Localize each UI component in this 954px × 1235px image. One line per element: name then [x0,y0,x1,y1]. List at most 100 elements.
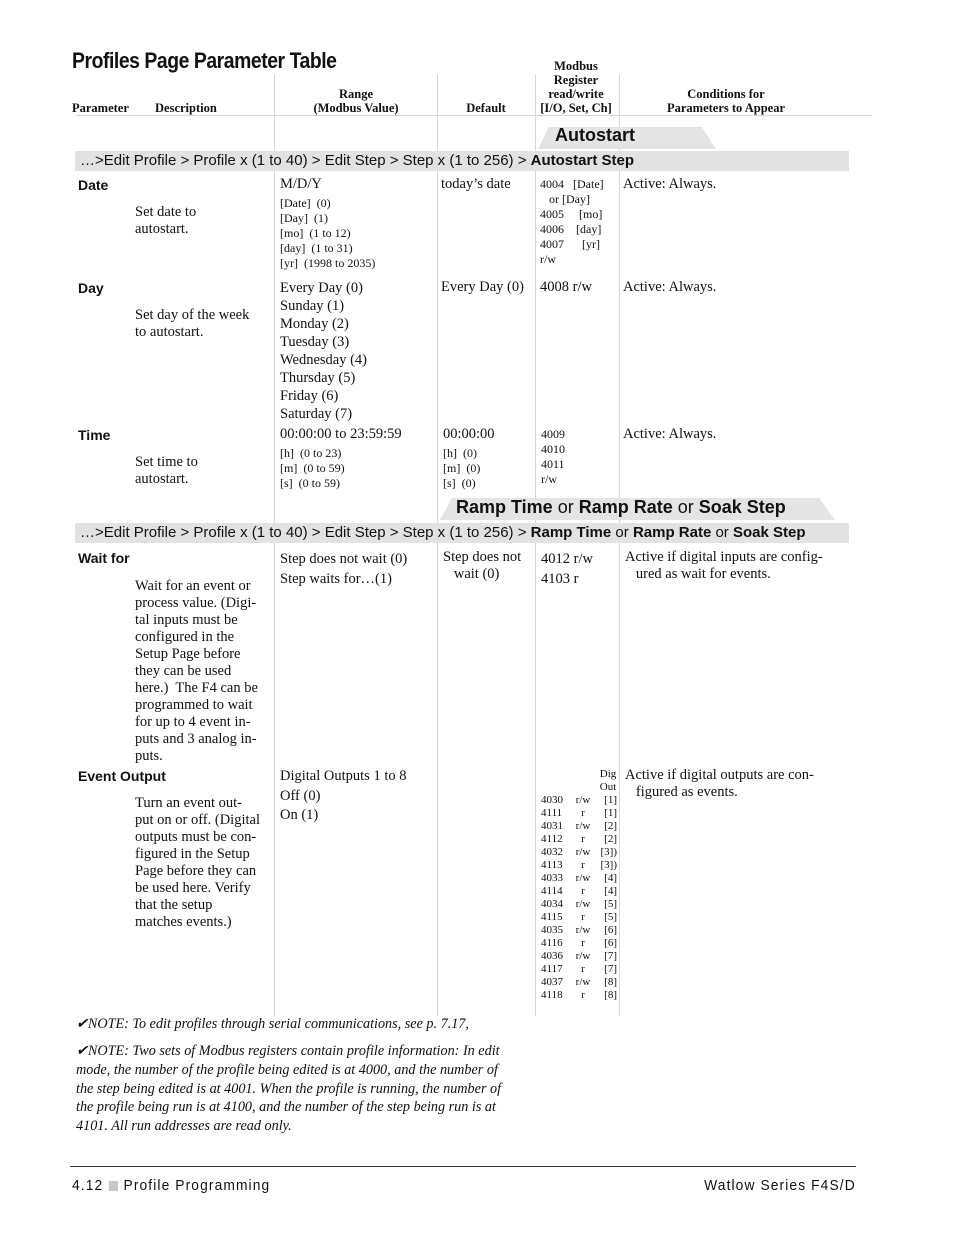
param-name-date: Date [78,177,109,193]
note-text: NOTE: Two sets of Modbus registers conta… [76,1043,502,1135]
digital-output-number: [5] [604,911,617,923]
section-tab-label: Ramp Time or Ramp Rate or Soak Step [456,496,786,518]
column-header-conditions-line: Parameters to Appear [666,101,786,115]
condition-line: figured as events. [625,784,738,800]
modbus-line: 4011 [541,457,565,471]
digital-output-number: [3]) [600,846,618,858]
modbus-line: 4008 r/w [540,279,592,295]
description-line: Page before they can [135,863,257,879]
range-sub-value: [mo] (1 to 12) [280,226,351,240]
description-line: autostart. [135,471,189,487]
range-value: Friday (6) [280,388,339,404]
range-sub-value: [Day] (1) [280,211,328,225]
description-line: they can be used [135,663,232,679]
register-row: 4030 r/w [1] [541,794,617,807]
column-header-modbus-line: Modbus [554,59,598,73]
default-line: 00:00:00 [443,426,495,442]
register-access: r/w [575,976,591,988]
condition-line: Active if digital inputs are config- [625,549,823,565]
register-access: r/w [575,898,591,910]
register-row: 4111 r [1] [541,807,617,820]
modbus-line: 4006 [day] [540,222,602,236]
digital-output-number: [6] [604,937,617,949]
param-description: Set time to autostart. [135,454,198,488]
register-address: 4035 [541,924,563,936]
emphasis-text: Autostart [555,125,635,145]
footer-left: 4.12 Profile Programming [72,1177,270,1194]
note-text: NOTE: To edit profiles through serial co… [87,1016,469,1032]
footer-rule [70,1166,856,1167]
default-sub-values: [h] (0) [m] (0) [s] (0) [443,446,480,491]
section-tab-label: Autostart [555,124,635,146]
connector-text: or [552,497,579,517]
description-line: to autostart. [135,324,204,340]
digital-output-number: [4] [604,885,617,897]
description-line: Setup Page before [135,646,241,662]
register-address: 4034 [541,898,563,910]
range-sub-value: [Date] (0) [280,196,331,210]
default-line: Every Day (0) [441,279,524,295]
modbus-line: 4007 [yr] [540,237,600,251]
column-header-conditions-line: Conditions for [687,87,765,101]
range-value: Step does not wait (0) [280,551,408,567]
modbus-register: 4008 r/w [540,279,592,296]
modbus-line: or [Day] [540,192,590,206]
conditions: Active if digital inputs are config- ure… [625,549,823,583]
range-value: Tuesday (3) [280,334,350,350]
emphasis-text: Ramp Time [456,497,553,517]
register-address: 4115 [541,911,563,923]
register-access: r/w [575,794,591,806]
modbus-line: r/w [541,472,557,486]
conditions: Active: Always. [623,279,716,296]
description-line: Turn an event out- [135,795,242,811]
default-value: Every Day (0) [441,279,524,296]
description-line: for up to 4 event in- [135,714,251,730]
column-header-description: Description [155,101,217,115]
register-address: 4032 [541,846,563,858]
register-row: 4033 r/w [4] [541,872,617,885]
column-header-range-line: Range [338,87,374,101]
register-access: r [581,911,585,923]
range-values: M/D/Y [280,176,322,193]
conditions: Active if digital outputs are con- figur… [625,767,814,801]
default-sub-value: [s] (0) [443,476,476,490]
dig-out-header-line: Out [599,781,617,793]
digital-output-number: [1] [604,794,617,806]
default-value: Step does not wait (0) [443,549,521,583]
page-title: Profiles Page Parameter Table [72,48,337,73]
description-line: Set day of the week [135,307,250,323]
register-address: 4116 [541,937,563,949]
param-name-time: Time [78,427,111,443]
description-line: tal inputs must be [135,612,238,628]
digital-output-number: [8] [604,976,617,988]
condition-line: Active if digital outputs are con- [625,767,814,783]
digital-output-number: [2] [604,833,617,845]
condition-line: Active: Always. [623,279,717,295]
modbus-register: 4009 4010 4011 r/w [541,427,565,487]
register-row: 4116 r [6] [541,937,617,950]
register-row: 4113 r [3]) [541,859,617,872]
default-sub-value: [h] (0) [443,446,477,460]
param-name-day: Day [78,280,104,296]
default-line: today’s date [441,176,511,192]
register-access: r [581,885,585,897]
range-value: On (1) [280,807,319,823]
param-description: Wait for an event or process value. (Digi… [135,578,258,765]
register-row: 4112 r [2] [541,833,617,846]
register-address: 4111 [541,807,563,819]
default-line: Step does not [443,549,522,565]
breadcrumb-ramp-soak: …>Edit Profile > Profile x (1 to 40) > E… [75,523,849,543]
param-name-event-output: Event Output [78,768,166,784]
range-value: Sunday (1) [280,298,345,314]
note-serial-comms: ✔NOTE: To edit profiles through serial c… [76,1015,526,1034]
default-value: 00:00:00 [443,426,495,443]
default-sub-value: [m] (0) [443,461,481,475]
range-value: Wednesday (4) [280,352,368,368]
square-bullet-icon [108,1181,118,1191]
digital-output-number: [7] [604,963,617,975]
param-description: Set day of the week to autostart. [135,307,249,341]
digital-output-number: [3]) [600,859,618,871]
column-divider [535,74,536,1016]
description-line: process value. (Digi- [135,595,257,611]
breadcrumb-path: …>Edit Profile > Profile x (1 to 40) > E… [80,152,531,169]
